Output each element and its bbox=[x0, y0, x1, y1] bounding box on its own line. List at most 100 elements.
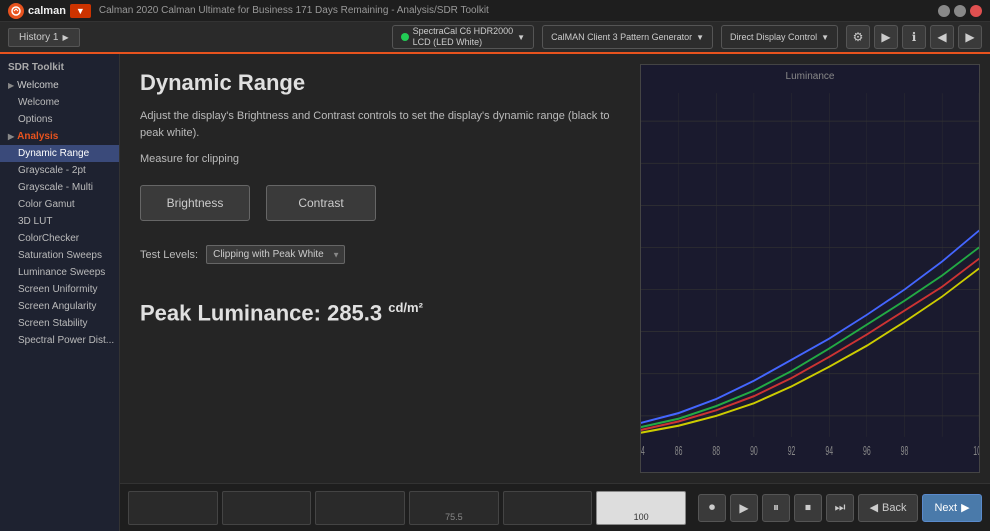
next-nav-label: Next bbox=[934, 502, 957, 514]
maximize-btn[interactable] bbox=[954, 5, 966, 17]
back-icon-btn[interactable]: ◀ bbox=[930, 25, 954, 49]
measure-text: Measure for clipping bbox=[140, 153, 610, 165]
display-control-arrow: ▼ bbox=[821, 33, 829, 42]
forward-icon-btn[interactable]: ▶ bbox=[958, 25, 982, 49]
peak-luminance-display: Peak Luminance: 285.3 cd/m² bbox=[140, 300, 610, 326]
sidebar-item-options[interactable]: Options bbox=[0, 111, 119, 128]
luminance-chart: 84 86 88 90 92 94 96 98 100 bbox=[641, 65, 979, 472]
history-tab[interactable]: History 1 ▶ bbox=[8, 28, 80, 47]
brightness-button[interactable]: Brightness bbox=[140, 185, 250, 221]
calman-client-btn[interactable]: CalMAN Client 3 Pattern Generator ▼ bbox=[542, 25, 713, 49]
svg-text:90: 90 bbox=[750, 445, 758, 459]
skip-btn[interactable]: ⏭ bbox=[826, 494, 854, 522]
back-nav-icon: ◀ bbox=[870, 501, 878, 514]
menu-arrow[interactable]: ▼ bbox=[70, 4, 91, 18]
svg-text:96: 96 bbox=[863, 445, 871, 459]
sidebar-title: SDR Toolkit bbox=[0, 58, 119, 77]
app-logo-text: calman bbox=[28, 5, 66, 17]
strip-cell-2 bbox=[315, 491, 405, 525]
sidebar-item-spectral-power[interactable]: Spectral Power Dist... bbox=[0, 332, 119, 349]
peak-luminance-label: Peak Luminance: bbox=[140, 300, 327, 325]
test-levels-select-wrapper[interactable]: Clipping with Peak White Full Range Cust… bbox=[206, 245, 345, 264]
svg-text:84: 84 bbox=[641, 445, 645, 459]
svg-text:86: 86 bbox=[675, 445, 683, 459]
svg-text:98: 98 bbox=[901, 445, 909, 459]
next-nav-btn[interactable]: Next ▶ bbox=[922, 494, 982, 522]
sidebar: SDR Toolkit ▶ Welcome Welcome Options ▶ … bbox=[0, 54, 120, 531]
spectra-device-label: SpectraCal C6 HDR2000LCD (LED White) bbox=[413, 26, 514, 48]
sidebar-item-welcome[interactable]: Welcome bbox=[0, 94, 119, 111]
sidebar-item-screen-uniformity[interactable]: Screen Uniformity bbox=[0, 281, 119, 298]
toolbar-icons: ⚙ ▶ ℹ ◀ ▶ bbox=[846, 25, 982, 49]
sidebar-item-grayscale-2pt[interactable]: Grayscale - 2pt bbox=[0, 162, 119, 179]
spectra-device-btn[interactable]: SpectraCal C6 HDR2000LCD (LED White) ▼ bbox=[392, 25, 534, 49]
sidebar-item-luminance-sweeps[interactable]: Luminance Sweeps bbox=[0, 264, 119, 281]
minimize-btn[interactable] bbox=[938, 5, 950, 17]
back-nav-btn[interactable]: ◀ Back bbox=[858, 494, 918, 522]
strip-cell-0 bbox=[128, 491, 218, 525]
test-levels-row: Test Levels: Clipping with Peak White Fu… bbox=[140, 245, 610, 264]
bottom-strip: 75.5 100 ⏺ ▶ ⏸ ⏹ ⏭ ◀ Back Next ▶ bbox=[120, 483, 990, 531]
welcome-arrow-icon: ▶ bbox=[8, 81, 14, 90]
content-area: Dynamic Range Adjust the display's Brigh… bbox=[120, 54, 990, 531]
sidebar-item-colorchecker[interactable]: ColorChecker bbox=[0, 230, 119, 247]
right-panel: Luminance bbox=[630, 54, 990, 483]
strip-cell-100-label: 100 bbox=[634, 512, 649, 522]
sidebar-section-welcome[interactable]: ▶ Welcome bbox=[0, 77, 119, 94]
window-controls bbox=[938, 5, 982, 17]
play-btn[interactable]: ▶ bbox=[730, 494, 758, 522]
sidebar-item-color-gamut[interactable]: Color Gamut bbox=[0, 196, 119, 213]
sidebar-item-screen-angularity[interactable]: Screen Angularity bbox=[0, 298, 119, 315]
close-btn[interactable] bbox=[970, 5, 982, 17]
sidebar-item-dynamic-range[interactable]: Dynamic Range bbox=[0, 145, 119, 162]
peak-luminance-unit: cd/m² bbox=[388, 300, 423, 315]
calman-client-label: CalMAN Client 3 Pattern Generator bbox=[551, 32, 692, 42]
strip-cell-100: 100 bbox=[596, 491, 686, 525]
pause-btn[interactable]: ⏸ bbox=[762, 494, 790, 522]
page-title: Dynamic Range bbox=[140, 70, 610, 96]
calman-client-arrow: ▼ bbox=[696, 33, 704, 42]
chart-container: Luminance bbox=[640, 64, 980, 473]
test-levels-label: Test Levels: bbox=[140, 249, 198, 261]
toolbar: History 1 ▶ SpectraCal C6 HDR2000LCD (LE… bbox=[0, 22, 990, 54]
peak-luminance-value: 285.3 bbox=[327, 300, 382, 325]
record-btn[interactable]: ⏺ bbox=[698, 494, 726, 522]
action-buttons: Brightness Contrast bbox=[140, 185, 610, 221]
sidebar-item-saturation-sweeps[interactable]: Saturation Sweeps bbox=[0, 247, 119, 264]
sidebar-welcome-label: Welcome bbox=[17, 80, 59, 91]
strip-cell-1 bbox=[222, 491, 312, 525]
contrast-button[interactable]: Contrast bbox=[266, 185, 376, 221]
back-nav-label: Back bbox=[882, 502, 906, 514]
sidebar-analysis-label: Analysis bbox=[17, 131, 58, 142]
svg-text:100: 100 bbox=[973, 445, 979, 459]
content-main: Dynamic Range Adjust the display's Brigh… bbox=[120, 54, 990, 483]
test-levels-select[interactable]: Clipping with Peak White Full Range Cust… bbox=[206, 245, 345, 264]
svg-text:92: 92 bbox=[788, 445, 796, 459]
left-panel: Dynamic Range Adjust the display's Brigh… bbox=[120, 54, 630, 483]
svg-text:88: 88 bbox=[712, 445, 720, 459]
strip-cell-3: 75.5 bbox=[409, 491, 499, 525]
calman-icon bbox=[8, 3, 24, 19]
history-tab-arrow: ▶ bbox=[62, 33, 68, 42]
history-tab-label: History 1 bbox=[19, 32, 58, 43]
strip-cell-3-label: 75.5 bbox=[445, 512, 463, 522]
info-icon-btn[interactable]: ℹ bbox=[902, 25, 926, 49]
analysis-arrow-icon: ▶ bbox=[8, 132, 14, 141]
app-logo: calman ▼ bbox=[8, 3, 91, 19]
strip-cell-4 bbox=[503, 491, 593, 525]
app-title: Calman 2020 Calman Ultimate for Business… bbox=[99, 5, 938, 16]
play-icon-btn[interactable]: ▶ bbox=[874, 25, 898, 49]
svg-text:94: 94 bbox=[825, 445, 833, 459]
sidebar-item-screen-stability[interactable]: Screen Stability bbox=[0, 315, 119, 332]
display-control-btn[interactable]: Direct Display Control ▼ bbox=[721, 25, 838, 49]
spectra-device-arrow: ▼ bbox=[517, 33, 525, 42]
sidebar-item-grayscale-multi[interactable]: Grayscale - Multi bbox=[0, 179, 119, 196]
title-bar: calman ▼ Calman 2020 Calman Ultimate for… bbox=[0, 0, 990, 22]
stop-btn[interactable]: ⏹ bbox=[794, 494, 822, 522]
settings-icon-btn[interactable]: ⚙ bbox=[846, 25, 870, 49]
display-control-label: Direct Display Control bbox=[730, 32, 817, 42]
nav-buttons: ⏺ ▶ ⏸ ⏹ ⏭ ◀ Back Next ▶ bbox=[698, 494, 982, 522]
sidebar-item-3d-lut[interactable]: 3D LUT bbox=[0, 213, 119, 230]
sidebar-section-analysis[interactable]: ▶ Analysis bbox=[0, 128, 119, 145]
page-description: Adjust the display's Brightness and Cont… bbox=[140, 108, 610, 141]
